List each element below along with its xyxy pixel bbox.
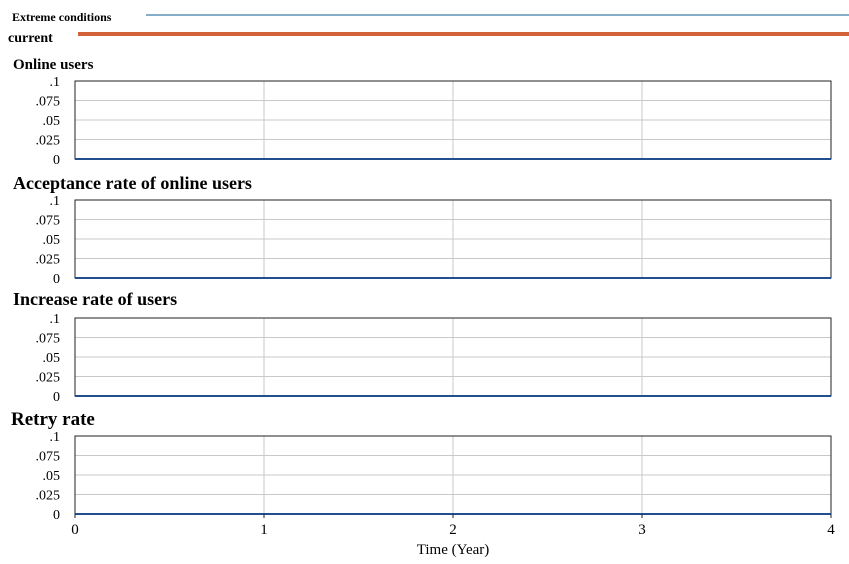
x-tick-label: 0 — [71, 522, 79, 538]
y-tick-label: .075 — [36, 450, 61, 465]
y-tick-label: 0 — [53, 272, 60, 287]
chart-svg: Extreme conditions current Online users .1.… — [8, 10, 849, 558]
x-tick-label: 1 — [260, 522, 268, 538]
panel-title: Online users — [13, 57, 94, 73]
y-tick-label: .05 — [43, 233, 61, 248]
panel-title: Acceptance rate of online users — [13, 173, 252, 193]
y-tick-label: .05 — [43, 351, 61, 366]
y-tick-label: .075 — [36, 214, 61, 229]
y-tick-label: .025 — [36, 253, 61, 268]
legend-label: current — [8, 31, 53, 46]
y-tick-label: .1 — [50, 312, 61, 327]
y-tick-label: .025 — [36, 489, 61, 504]
y-tick-label: .1 — [50, 430, 61, 445]
chart-figure: Extreme conditions current Online users .1.… — [0, 0, 849, 559]
x-tick-label: 3 — [638, 522, 646, 538]
y-tick-label: .1 — [50, 194, 61, 209]
y-tick-label: .075 — [36, 95, 61, 110]
y-tick-label: .05 — [43, 114, 61, 129]
x-tick-label: 4 — [827, 522, 835, 538]
y-tick-label: 0 — [53, 390, 60, 405]
y-tick-label: .05 — [43, 469, 61, 484]
panel-title: Increase rate of users — [13, 289, 177, 309]
x-axis-label: Time (Year) — [417, 542, 490, 558]
y-tick-label: .1 — [50, 75, 61, 90]
x-tick-label: 2 — [449, 522, 457, 538]
y-tick-label: 0 — [53, 508, 60, 523]
y-tick-label: .025 — [36, 134, 61, 149]
y-tick-label: .075 — [36, 332, 61, 347]
y-tick-label: 0 — [53, 153, 60, 168]
panel-title: Retry rate — [11, 409, 95, 430]
legend-label: Extreme conditions — [12, 10, 112, 24]
y-tick-label: .025 — [36, 371, 61, 386]
